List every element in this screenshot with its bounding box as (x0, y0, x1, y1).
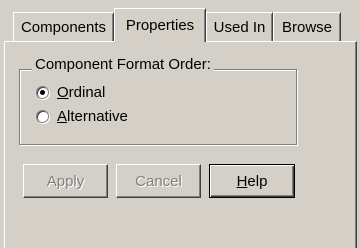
radio-selected-dot (40, 90, 45, 95)
tab-properties-label: Properties (125, 17, 195, 34)
group-legend-text: Component Format Order: (35, 56, 211, 73)
radio-ordinal-circle[interactable] (36, 86, 49, 99)
properties-dialog: Components Used In Browse Properties Com… (0, 0, 360, 248)
radio-alternative[interactable]: Alternative (36, 108, 128, 125)
help-accel: H (236, 172, 248, 190)
help-button[interactable]: Help (209, 164, 295, 198)
format-order-group (19, 69, 297, 145)
cancel-button-label: Cancel (135, 172, 182, 190)
help-rest: elp (247, 172, 268, 190)
apply-button-label: Apply (46, 172, 85, 190)
radio-alternative-accel: A (57, 108, 68, 125)
radio-alternative-rest: lternative (67, 108, 128, 125)
radio-alternative-label: Alternative (57, 108, 128, 125)
help-button-label: Help (237, 173, 268, 190)
tab-properties[interactable]: Properties (114, 8, 206, 42)
group-legend: Component Format Order: (32, 56, 214, 73)
apply-button[interactable]: Apply (23, 164, 108, 198)
tab-browse-label: Browse (281, 18, 333, 36)
tab-components[interactable]: Components (13, 12, 114, 41)
tab-used-in[interactable]: Used In (206, 12, 273, 41)
radio-ordinal[interactable]: Ordinal (36, 84, 105, 101)
tab-browse[interactable]: Browse (273, 12, 341, 41)
tab-used-in-label: Used In (213, 18, 266, 36)
tab-components-label: Components (20, 18, 107, 36)
radio-alternative-circle[interactable] (36, 110, 49, 123)
cancel-button[interactable]: Cancel (116, 164, 201, 198)
radio-ordinal-rest: rdinal (68, 84, 106, 101)
radio-ordinal-accel: O (57, 84, 69, 101)
radio-ordinal-label: Ordinal (57, 84, 105, 101)
